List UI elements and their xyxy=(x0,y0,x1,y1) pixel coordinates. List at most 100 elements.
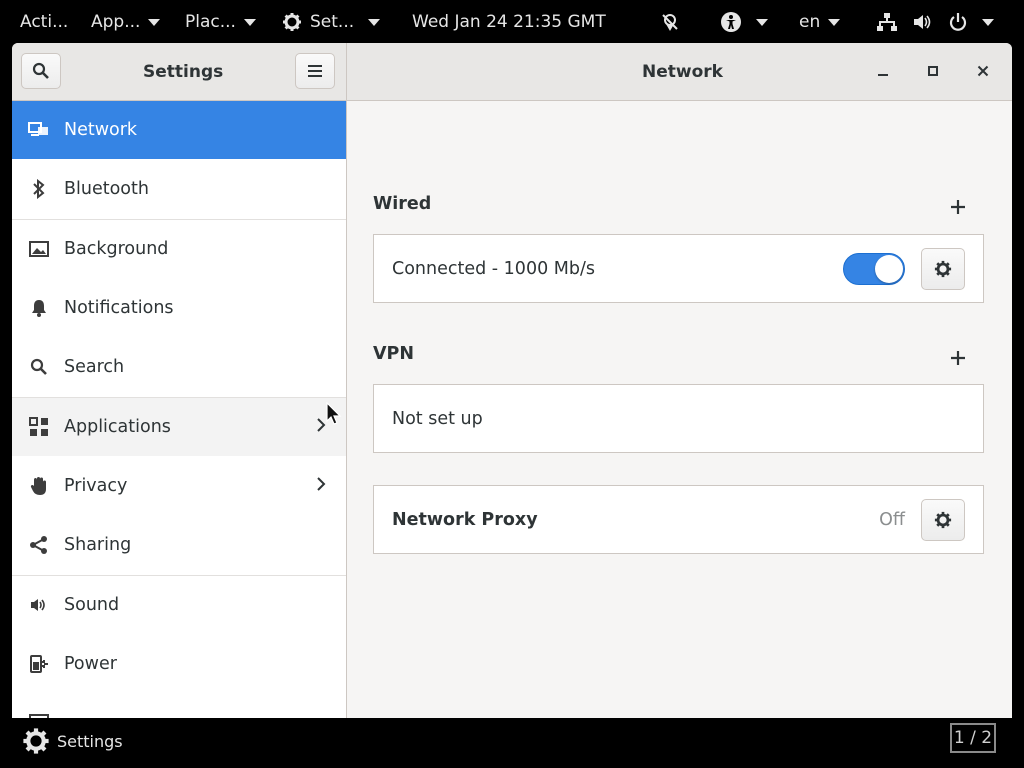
sidebar-item-label: Bluetooth xyxy=(64,179,149,199)
proxy-status: Off xyxy=(879,509,905,530)
minimize-button[interactable] xyxy=(867,55,899,87)
sidebar-item-network[interactable]: Network xyxy=(12,101,346,159)
accessibility-menu[interactable] xyxy=(720,0,768,44)
share-icon xyxy=(28,534,50,556)
sidebar-item-bluetooth[interactable]: Bluetooth xyxy=(12,160,346,218)
applications-menu-label: App... xyxy=(91,12,141,32)
vpn-row: Not set up xyxy=(373,384,984,453)
sidebar-item-notifications[interactable]: Notifications xyxy=(12,279,346,337)
activities-button[interactable]: Acti... xyxy=(20,0,68,44)
network-proxy-row[interactable]: Network Proxy Off xyxy=(373,485,984,554)
wired-status: Connected - 1000 Mb/s xyxy=(392,258,595,279)
chevron-down-icon xyxy=(828,18,841,26)
activities-label: Acti... xyxy=(20,12,69,32)
network-proxy-label: Network Proxy xyxy=(392,509,538,530)
add-vpn-button[interactable] xyxy=(951,347,965,367)
places-menu-label: Plac... xyxy=(185,12,236,32)
network-icon xyxy=(28,119,50,141)
switch-knob xyxy=(875,254,903,283)
search-icon xyxy=(32,62,49,79)
clock[interactable]: Wed Jan 24 21:35 GMT xyxy=(412,0,606,44)
chevron-right-icon xyxy=(316,476,326,497)
taskbar-app-label: Settings xyxy=(57,731,123,751)
chevron-down-icon xyxy=(243,18,256,26)
add-wired-button[interactable] xyxy=(951,196,965,216)
gear-icon xyxy=(934,260,952,277)
gear-icon xyxy=(934,511,952,528)
settings-app-menu[interactable]: Set... xyxy=(282,0,381,44)
settings-window: Settings Network Network Bluetooth Backg… xyxy=(12,43,1012,718)
chevron-right-icon xyxy=(316,417,326,438)
sidebar-item-applications[interactable]: Applications xyxy=(12,398,346,456)
taskbar: Settings xyxy=(0,718,1024,768)
speaker-icon xyxy=(28,594,50,616)
sidebar-item-sound[interactable]: Sound xyxy=(12,576,346,634)
sidebar-title: Settings xyxy=(143,61,224,82)
sidebar: Network Bluetooth Background Notificatio… xyxy=(12,101,347,718)
sidebar-item-background[interactable]: Background xyxy=(12,220,346,278)
network-panel: Wired Connected - 1000 Mb/s VPN Not set … xyxy=(347,101,1012,718)
plus-icon xyxy=(951,351,965,365)
sidebar-item-label: Applications xyxy=(64,417,171,437)
keyboard-layout-menu[interactable]: en xyxy=(799,0,841,44)
plus-icon xyxy=(951,200,965,214)
sidebar-item-label: Notifications xyxy=(64,298,174,318)
sidebar-item-label: Network xyxy=(64,120,138,140)
close-button[interactable] xyxy=(967,55,999,87)
hamburger-menu-icon xyxy=(308,65,322,77)
content-headerbar: Network xyxy=(347,43,1012,101)
wired-toggle-switch[interactable] xyxy=(843,252,905,285)
proxy-settings-button[interactable] xyxy=(921,498,965,541)
workspace-indicator[interactable]: 1 / 2 xyxy=(950,723,996,753)
maximize-icon xyxy=(928,66,938,76)
places-menu[interactable]: Plac... xyxy=(185,0,256,44)
gear-icon xyxy=(23,728,49,754)
wired-connection-row: Connected - 1000 Mb/s xyxy=(373,234,984,303)
bluetooth-icon xyxy=(28,178,50,200)
top-bar: Acti... App... Plac... Set... Wed Jan 24… xyxy=(0,0,1024,44)
applications-menu[interactable]: App... xyxy=(91,0,161,44)
sidebar-item-label: Power xyxy=(64,654,117,674)
bell-icon xyxy=(28,297,50,319)
close-icon xyxy=(977,65,989,77)
volume-icon xyxy=(914,15,931,29)
search-button[interactable] xyxy=(21,53,61,89)
maximize-button[interactable] xyxy=(917,55,949,87)
sidebar-item-label: Sharing xyxy=(64,535,132,555)
no-touch-icon xyxy=(662,14,678,31)
power-plug-icon xyxy=(28,653,50,675)
applications-icon xyxy=(28,416,50,438)
sidebar-item-power[interactable]: Power xyxy=(12,635,346,693)
sidebar-item-partial[interactable] xyxy=(12,694,346,718)
wired-network-icon xyxy=(877,13,897,31)
minimize-icon xyxy=(878,74,888,76)
chevron-down-icon xyxy=(148,18,161,26)
mouse-cursor-icon xyxy=(326,402,342,425)
sidebar-item-privacy[interactable]: Privacy xyxy=(12,457,346,515)
accessibility-icon xyxy=(721,12,741,32)
background-icon xyxy=(28,238,50,260)
language-label: en xyxy=(799,12,821,32)
wired-settings-button[interactable] xyxy=(921,247,965,290)
sidebar-item-label: Background xyxy=(64,239,169,259)
settings-app-menu-label: Set... xyxy=(310,12,355,32)
sidebar-item-search[interactable]: Search xyxy=(12,338,346,396)
sidebar-item-sharing[interactable]: Sharing xyxy=(12,516,346,574)
sidebar-headerbar: Settings xyxy=(12,43,347,101)
system-menu[interactable] xyxy=(876,0,994,44)
clock-label: Wed Jan 24 21:35 GMT xyxy=(412,12,606,32)
chevron-down-icon xyxy=(982,18,994,26)
vpn-status: Not set up xyxy=(392,408,483,429)
screen-recording-indicator[interactable] xyxy=(660,0,680,44)
hand-icon xyxy=(28,475,50,497)
chevron-down-icon xyxy=(368,18,381,26)
sidebar-item-label: Search xyxy=(64,357,125,377)
chevron-down-icon xyxy=(756,18,768,26)
sidebar-item-label: Sound xyxy=(64,595,120,615)
gear-icon xyxy=(283,13,301,31)
page-title: Network xyxy=(642,61,723,82)
taskbar-settings-window[interactable]: Settings xyxy=(22,726,123,756)
sidebar-item-label: Privacy xyxy=(64,476,128,496)
wired-section-title: Wired xyxy=(373,194,432,214)
main-menu-button[interactable] xyxy=(295,53,335,89)
